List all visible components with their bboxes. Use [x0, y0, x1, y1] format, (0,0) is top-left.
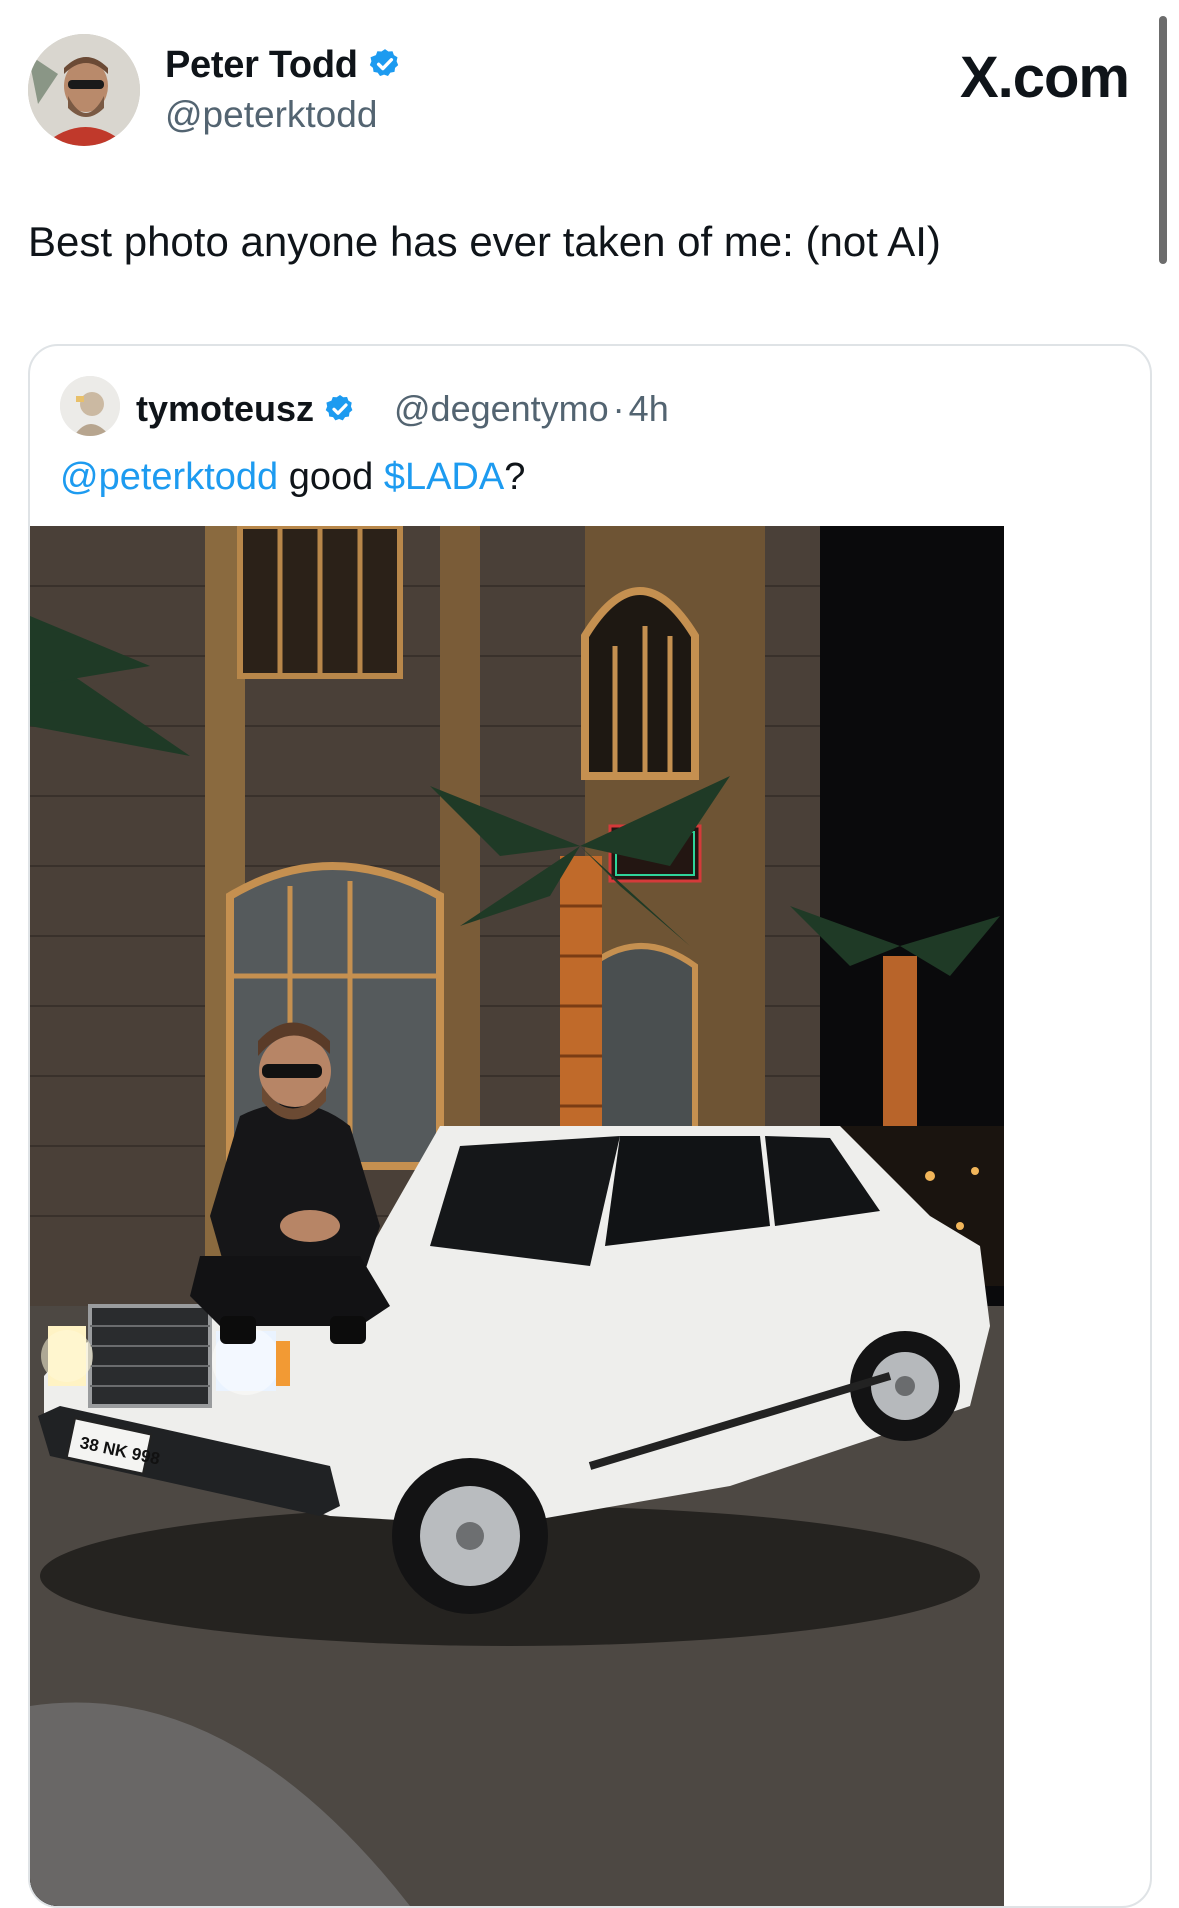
tweet-header: Peter Todd @peterktodd X.com — [0, 0, 1179, 160]
quoted-text: @peterktodd good $LADA? — [60, 456, 525, 499]
tweet-text: Best photo anyone has ever taken of me: … — [28, 218, 941, 265]
quoted-timestamp[interactable]: 4h — [629, 388, 669, 429]
quoted-meta: @degentymo · 4h — [394, 388, 669, 430]
author-name-text: Peter Todd — [165, 44, 358, 86]
meta-separator: · — [612, 388, 625, 429]
quoted-author-name-text: tymoteusz — [136, 388, 315, 429]
author-display-name[interactable]: Peter Todd — [165, 44, 402, 91]
site-logo: X.com — [959, 45, 1130, 110]
scrollbar[interactable] — [1159, 16, 1167, 264]
photo-image: 38 NK 998 — [30, 526, 1004, 1906]
quoted-text-middle: good — [278, 456, 384, 498]
author-avatar[interactable] — [28, 34, 140, 146]
profile-photo-icon — [28, 34, 140, 146]
verified-badge-icon — [324, 392, 356, 434]
cashtag-link[interactable]: $LADA — [384, 456, 504, 498]
quoted-handle[interactable]: @degentymo — [394, 388, 609, 429]
profile-photo-icon — [60, 376, 120, 436]
quoted-author-name[interactable]: tymoteusz — [136, 388, 356, 434]
author-handle[interactable]: @peterktodd — [165, 94, 377, 136]
mention-link[interactable]: @peterktodd — [60, 456, 278, 498]
quoted-text-end: ? — [504, 456, 526, 498]
quoted-tweet-card[interactable]: tymoteusz @degentymo · 4h @peterktodd good… — [28, 344, 1152, 1908]
tweet-photo[interactable]: 38 NK 998 — [30, 526, 1004, 1906]
verified-badge-icon — [368, 47, 402, 91]
quoted-author-avatar[interactable] — [60, 376, 120, 436]
